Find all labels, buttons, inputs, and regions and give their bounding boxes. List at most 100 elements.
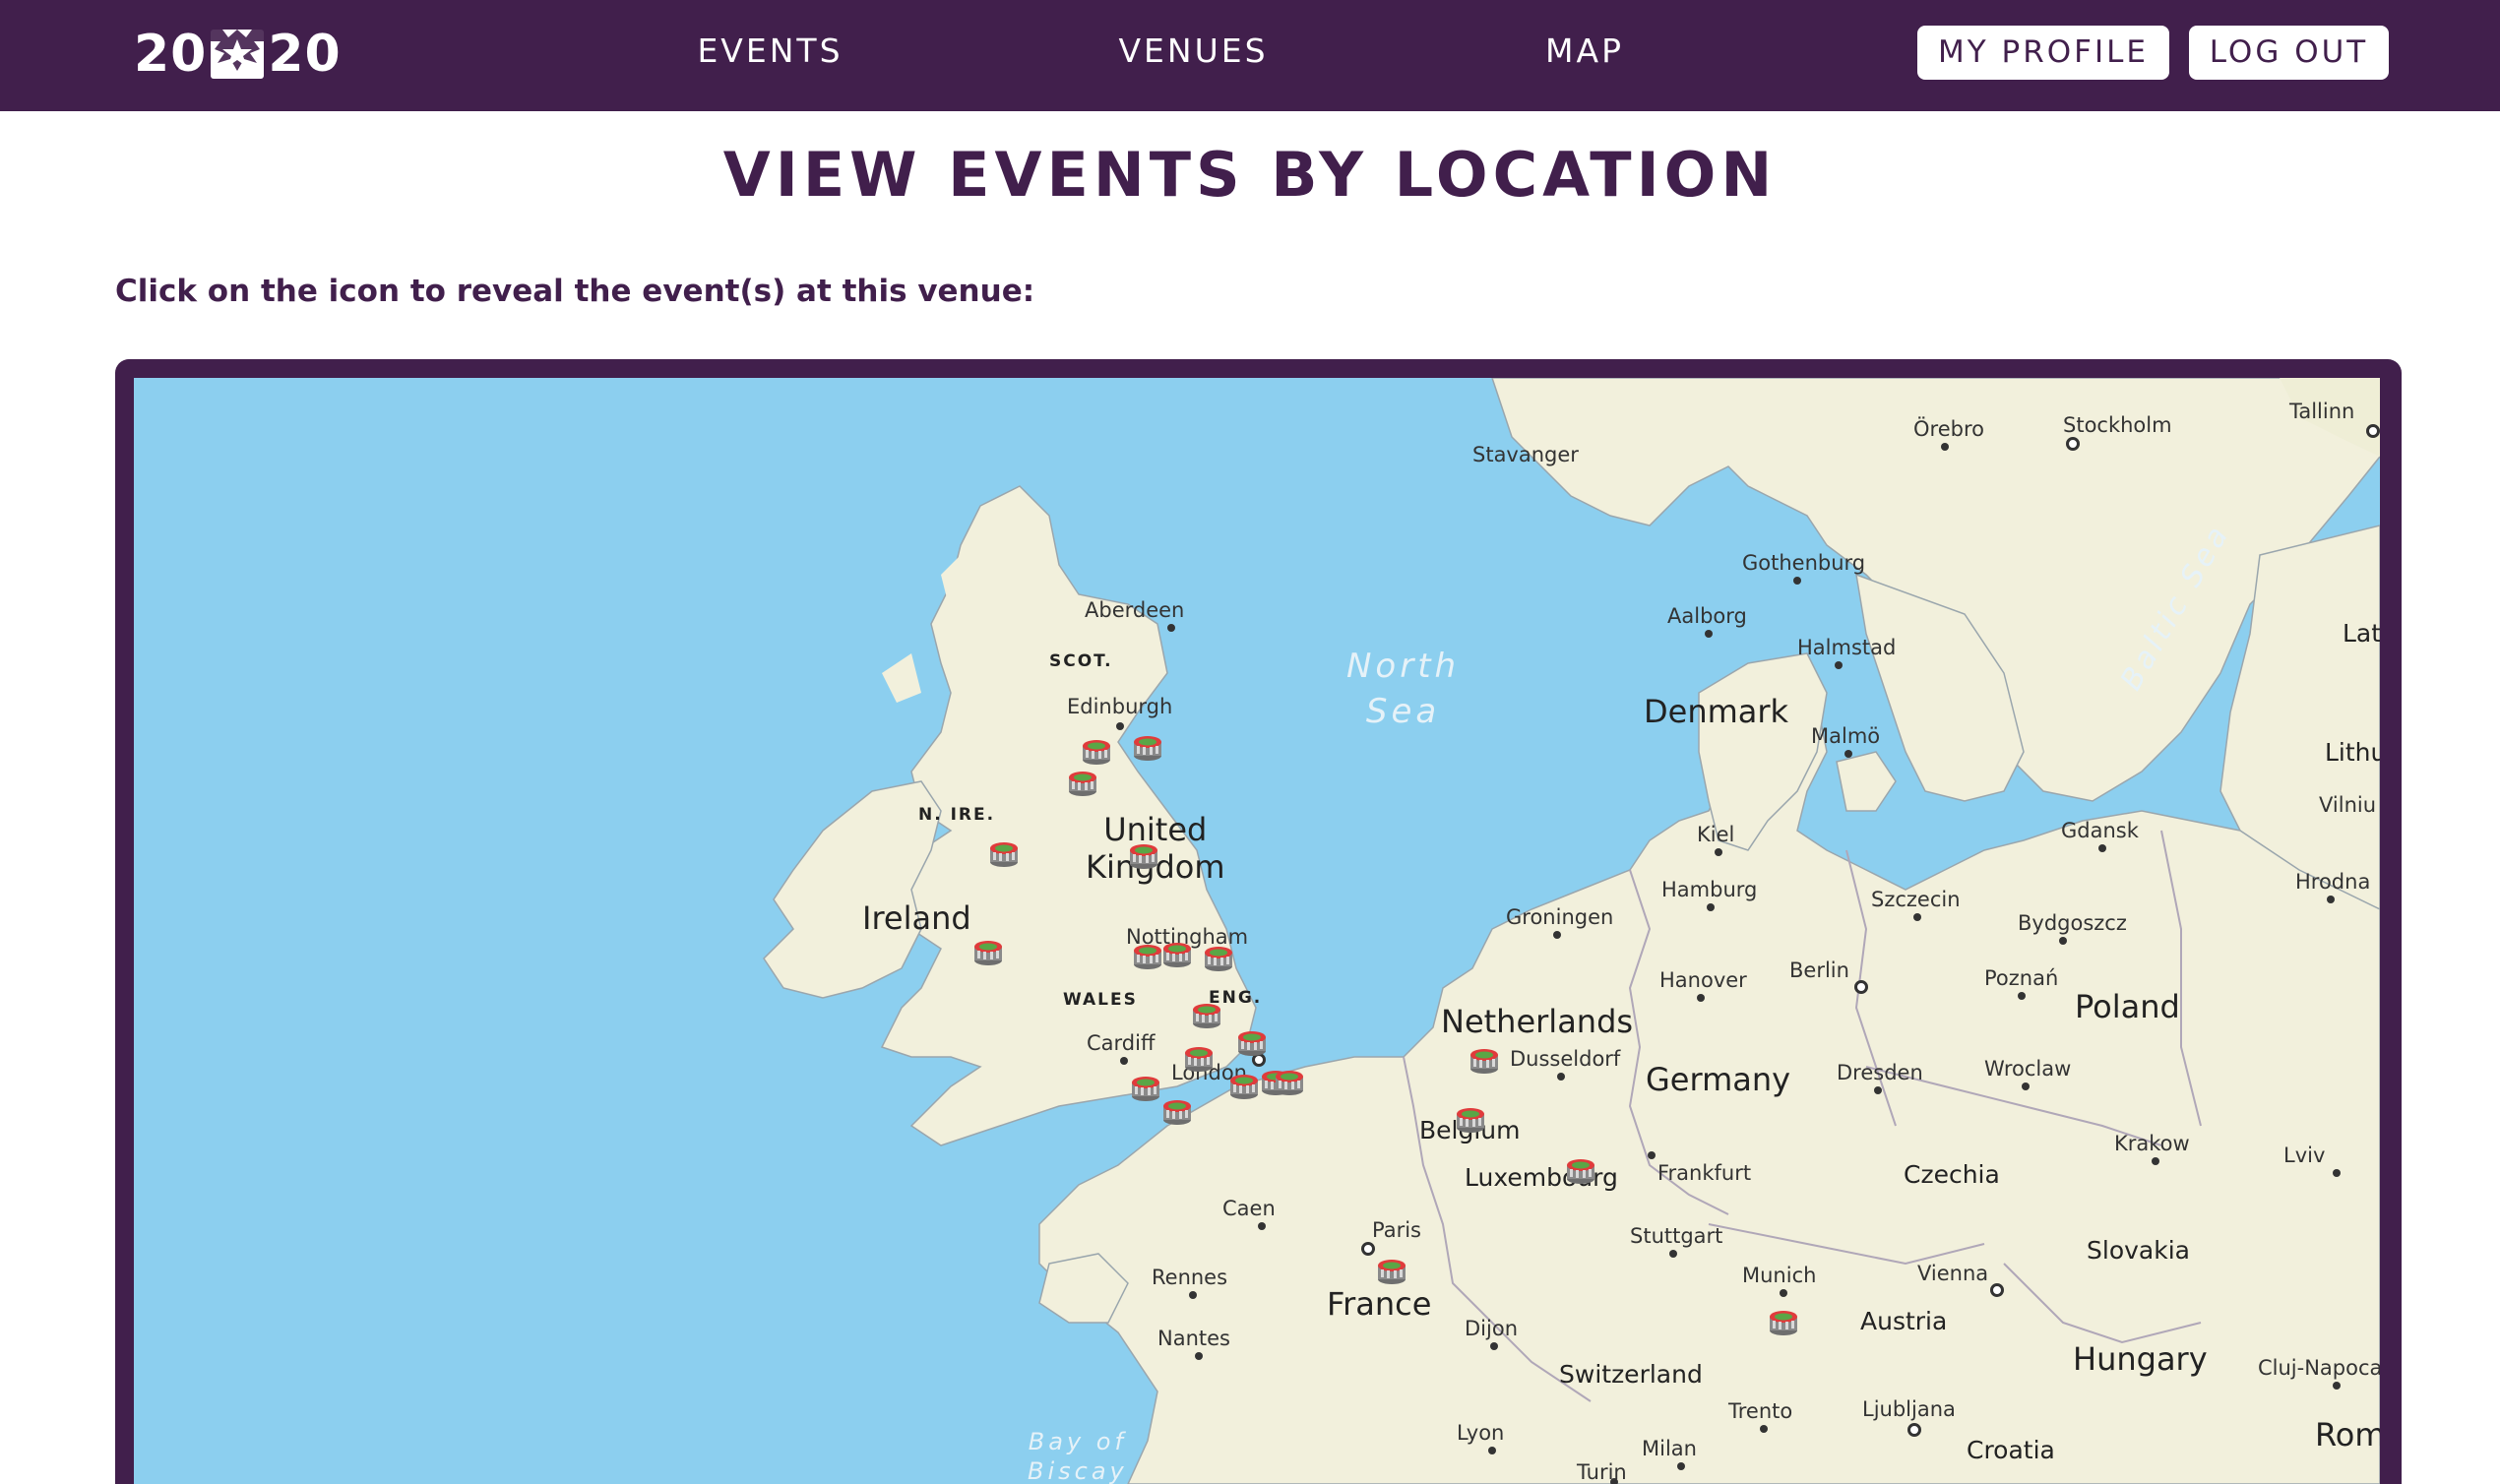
log-out-button[interactable]: LOG OUT [2189, 26, 2389, 80]
map-instruction-text: Click on the icon to reveal the event(s)… [115, 274, 1035, 309]
city-dot-dresden [1874, 1086, 1882, 1094]
stadium-venue-icon[interactable] [1768, 1307, 1799, 1336]
my-profile-button[interactable]: MY PROFILE [1917, 26, 2169, 80]
map-label-vienna: Vienna [1917, 1262, 1989, 1285]
nav-link-events[interactable]: EVENTS [679, 30, 861, 73]
city-dot-dusseldorf [1557, 1073, 1565, 1081]
map-label-aalborg: Aalborg [1667, 604, 1747, 628]
nav-link-map[interactable]: MAP [1535, 30, 1634, 73]
map-label-dusseldorf: Dusseldorf [1510, 1047, 1621, 1071]
map-label-trento: Trento [1728, 1399, 1793, 1423]
city-dot-aberdeen [1167, 624, 1175, 632]
city-dot-rennes [1189, 1291, 1197, 1299]
stadium-venue-icon[interactable] [1274, 1067, 1305, 1096]
stadium-venue-icon[interactable] [1161, 1096, 1193, 1126]
map-label-ireland: Ireland [862, 899, 971, 937]
map-label-wroclaw: Wroclaw [1984, 1057, 2072, 1081]
map-label-lviv: Lviv [2283, 1144, 2326, 1167]
map-label-netherlands: Netherlands [1441, 1003, 1634, 1040]
stadium-venue-icon[interactable] [1203, 943, 1234, 972]
map-label-wales: WALES [1063, 990, 1138, 1010]
map-label-lithuania: Lithuani [2325, 738, 2380, 767]
city-dot-orebro [1941, 443, 1949, 451]
city-dot-edinburgh [1116, 722, 1124, 730]
stadium-venue-icon[interactable] [1132, 941, 1163, 970]
stadium-venue-icon[interactable] [1469, 1045, 1500, 1075]
page-title: VIEW EVENTS BY LOCATION [722, 139, 1778, 211]
city-dot-stuttgart [1669, 1250, 1677, 1258]
city-dot-aalborg [1705, 630, 1713, 638]
city-dot-berlin [1854, 980, 1868, 994]
map-label-hamburg: Hamburg [1661, 878, 1758, 901]
map-label-france: France [1327, 1285, 1432, 1323]
map-label-slovakia: Slovakia [2087, 1236, 2190, 1265]
venue-map[interactable]: North Sea Baltic Sea Bay of Biscay United K… [134, 378, 2380, 1484]
city-dot-lyon [1488, 1447, 1496, 1454]
city-dot-paris [1361, 1242, 1375, 1256]
map-label-austria: Austria [1860, 1307, 1948, 1335]
map-label-bydgoszcz: Bydgoszcz [2018, 911, 2127, 935]
map-label-nantes: Nantes [1157, 1327, 1230, 1350]
city-dot-bydgoszcz [2059, 937, 2067, 945]
stadium-venue-icon[interactable] [1067, 768, 1098, 797]
stadium-venue-icon[interactable] [1128, 840, 1159, 870]
map-label-malmo: Malmö [1811, 724, 1881, 748]
city-dot-hrodna [2327, 896, 2335, 903]
city-dot-kiel [1715, 848, 1722, 856]
stadium-venue-icon[interactable] [1161, 939, 1193, 968]
city-dot-szczecin [1913, 913, 1921, 921]
city-dot-gdansk [2098, 844, 2106, 852]
map-label-hanover: Hanover [1659, 968, 1747, 992]
map-label-munich: Munich [1742, 1264, 1817, 1287]
city-dot-dijon [1490, 1342, 1498, 1350]
stadium-venue-icon[interactable] [1228, 1071, 1260, 1100]
city-dot-halmstad [1835, 661, 1843, 669]
stadium-venue-icon[interactable] [1191, 1000, 1222, 1029]
map-label-bay-of-biscay: Bay of Biscay [1028, 1428, 1128, 1484]
map-label-ljubljana: Ljubljana [1862, 1397, 1956, 1421]
nav-link-venues[interactable]: VENUES [1102, 30, 1284, 73]
map-label-gdansk: Gdansk [2061, 819, 2139, 842]
map-label-scot: SCOT. [1049, 651, 1113, 671]
map-label-edinburgh: Edinburgh [1067, 695, 1173, 718]
top-navbar: 20 20 EVENTS VENUES MAP MY PROFILE LOG O… [0, 0, 2500, 111]
city-dot-tallinn [2366, 424, 2380, 438]
city-dot-stockholm [2066, 437, 2080, 451]
site-logo[interactable]: 20 20 [134, 24, 342, 85]
stadium-venue-icon[interactable] [1081, 736, 1112, 766]
map-label-hungary: Hungary [2073, 1340, 2208, 1378]
stadium-venue-icon[interactable] [1455, 1104, 1486, 1134]
map-label-krakow: Krakow [2114, 1132, 2190, 1155]
stadium-venue-icon[interactable] [988, 838, 1020, 868]
map-label-gothenburg: Gothenburg [1742, 551, 1866, 575]
city-dot-poznan [2018, 992, 2026, 1000]
map-label-turin: Turin [1577, 1460, 1627, 1484]
map-label-czechia: Czechia [1904, 1160, 2000, 1189]
city-dot-vienna [1990, 1283, 2004, 1297]
stadium-venue-icon[interactable] [1565, 1155, 1596, 1185]
city-dot-milan [1677, 1462, 1685, 1470]
map-label-cluj: Cluj-Napoca [2258, 1356, 2380, 1380]
stadium-venue-icon[interactable] [1132, 732, 1163, 762]
stadium-venue-icon[interactable] [1236, 1027, 1268, 1057]
map-label-berlin: Berlin [1789, 958, 1849, 982]
logo-text-left: 20 [134, 25, 208, 84]
map-label-n_ire: N. IRE. [918, 805, 996, 825]
stadium-venue-icon[interactable] [1130, 1073, 1161, 1102]
map-label-stuttgart: Stuttgart [1630, 1224, 1723, 1248]
map-label-stockholm: Stockholm [2063, 413, 2172, 437]
city-dot-malmo [1844, 750, 1852, 758]
map-label-caen: Caen [1222, 1197, 1276, 1220]
map-label-switzerland: Switzerland [1559, 1360, 1703, 1389]
map-label-szczecin: Szczecin [1871, 888, 1961, 911]
stadium-venue-icon[interactable] [1376, 1256, 1407, 1285]
city-dot-caen [1258, 1222, 1266, 1230]
stadium-venue-icon[interactable] [972, 937, 1004, 966]
map-label-kiel: Kiel [1697, 823, 1735, 846]
city-dot-groningen [1553, 931, 1561, 939]
map-label-poland: Poland [2075, 988, 2180, 1025]
city-dot-gothenburg [1793, 577, 1801, 585]
stadium-venue-icon[interactable] [1183, 1043, 1215, 1073]
map-label-frankfurt: Frankfurt [1657, 1161, 1752, 1185]
city-dot-turin [1610, 1478, 1618, 1484]
